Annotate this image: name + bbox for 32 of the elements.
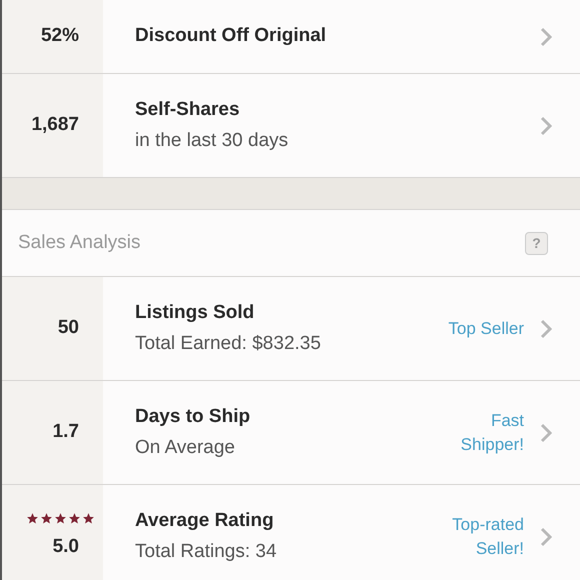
stat-subtitle: in the last 30 days — [135, 128, 290, 152]
star-icon — [54, 512, 67, 525]
stat-title: Self-Shares — [135, 98, 241, 122]
section-title: Sales Analysis — [18, 230, 141, 255]
chevron-right-icon — [540, 526, 552, 546]
chevron-right-icon — [540, 422, 552, 442]
chevron-right-icon — [540, 116, 552, 136]
stat-value: 52% — [40, 24, 79, 48]
stat-row[interactable]: 50 Listings Sold Total Earned: $832.35 Top Seller — [2, 277, 580, 381]
star-icon — [82, 512, 95, 525]
stat-subtitle: Total Ratings: 34 — [135, 540, 278, 564]
stat-title: Listings Sold — [135, 301, 256, 325]
seller-badge-text: Top Seller — [447, 318, 524, 340]
chevron-right-icon — [540, 26, 552, 46]
stat-row[interactable]: 1,687 Self-Shares in the last 30 days — [2, 74, 580, 178]
stat-title: Average Rating — [135, 509, 275, 533]
stat-row[interactable]: 52% Discount Off Original — [2, 0, 580, 74]
seller-badge-text: Fast Shipper! — [460, 410, 524, 456]
star-icon — [26, 512, 39, 525]
stat-row[interactable]: 1.7 Days to Ship On Average Fast Shipper! — [2, 381, 580, 485]
star-icon — [68, 512, 81, 525]
stat-title: Days to Ship — [135, 405, 252, 429]
star-icon — [40, 512, 53, 525]
stat-value: 1.7 — [52, 420, 79, 444]
stat-value: 5.0 — [52, 534, 79, 559]
stat-subtitle: Total Earned: $832.35 — [135, 332, 322, 356]
chevron-right-icon — [540, 318, 552, 338]
seller-badge-text: Top-rated Seller! — [451, 514, 524, 560]
stat-value: 50 — [58, 316, 79, 340]
stat-subtitle: On Average — [135, 436, 236, 460]
stat-title: Discount Off Original — [135, 24, 328, 48]
stat-value: 1,687 — [31, 113, 79, 138]
